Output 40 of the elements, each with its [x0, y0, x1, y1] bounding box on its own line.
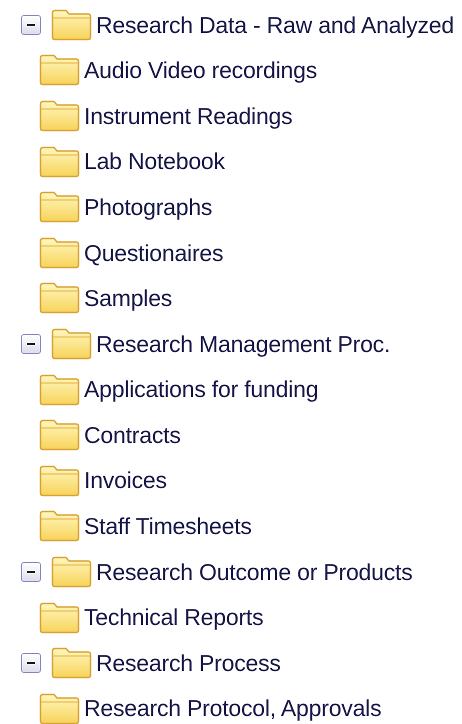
collapse-toggle[interactable]: [21, 334, 41, 354]
folder-label[interactable]: Lab Notebook: [84, 144, 225, 179]
folder-label[interactable]: Technical Reports: [84, 600, 264, 635]
minus-icon: [27, 342, 35, 345]
minus-icon: [27, 570, 35, 573]
folder-label[interactable]: Research Process: [96, 646, 281, 680]
folder-icon: [39, 191, 80, 224]
folder-label[interactable]: Instrument Readings: [84, 98, 292, 134]
folder-icon: [39, 692, 80, 724]
collapse-toggle[interactable]: [21, 14, 41, 35]
folder-label[interactable]: Invoices: [84, 463, 167, 498]
minus-icon: [27, 24, 35, 26]
folder-label[interactable]: Photographs: [84, 190, 212, 224]
folder-icon: [39, 100, 80, 132]
minus-icon: [27, 662, 35, 664]
folder-icon: [39, 54, 80, 86]
folder-icon: [39, 236, 80, 269]
folder-icon: [39, 602, 80, 634]
folder-icon: [39, 510, 80, 542]
folder-icon: [51, 328, 92, 360]
folder-label[interactable]: Questionaires: [84, 236, 224, 270]
folder-icon: [51, 8, 92, 41]
folder-label[interactable]: Samples: [84, 281, 172, 316]
folder-label[interactable]: Applications for funding: [84, 372, 318, 407]
folder-label[interactable]: Research Data - Raw and Analyzed: [96, 8, 454, 42]
folder-icon: [39, 374, 80, 406]
folder-label[interactable]: Audio Video recordings: [84, 53, 318, 88]
folder-label[interactable]: Research Management Proc.: [96, 326, 390, 362]
collapse-toggle[interactable]: [21, 653, 41, 674]
folder-label[interactable]: Research Outcome or Products: [96, 554, 413, 590]
folder-icon: [39, 419, 80, 452]
folder-icon: [39, 464, 80, 497]
folder-icon: [39, 146, 80, 178]
folder-label[interactable]: Contracts: [84, 418, 181, 452]
folder-icon: [39, 282, 80, 314]
folder-icon: [51, 647, 92, 680]
folder-label[interactable]: Research Protocol, Approvals: [84, 691, 382, 724]
folder-icon: [51, 556, 92, 588]
folder-label[interactable]: Staff Timesheets: [84, 509, 252, 544]
collapse-toggle[interactable]: [21, 562, 41, 582]
